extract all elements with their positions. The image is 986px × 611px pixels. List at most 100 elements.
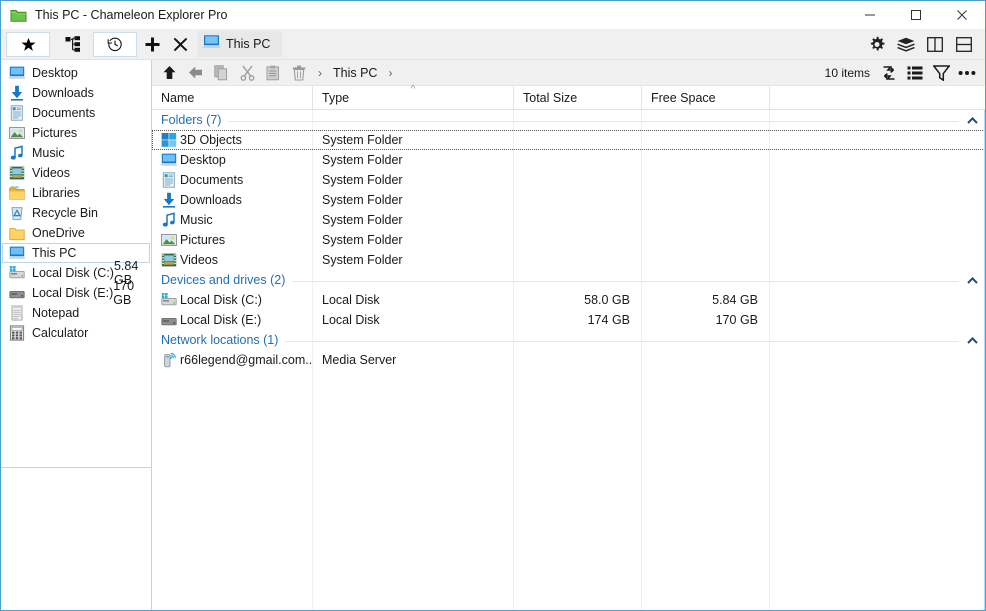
row-name-label: 3D Objects bbox=[180, 133, 242, 147]
desktop-icon bbox=[161, 152, 177, 168]
back-button[interactable] bbox=[182, 61, 208, 85]
sidebar-item-videos[interactable]: Videos bbox=[2, 163, 150, 183]
file-list[interactable]: Folders (7) 3D Objects System Folder Deskto… bbox=[152, 110, 985, 610]
close-tab-button[interactable] bbox=[167, 30, 193, 58]
row-name-label: Local Disk (E:) bbox=[180, 313, 262, 327]
settings-icon[interactable] bbox=[864, 31, 890, 57]
table-row[interactable]: r66legend@gmail.com... Media Server bbox=[152, 350, 985, 370]
table-row[interactable]: Music System Folder bbox=[152, 210, 985, 230]
column-header-name[interactable]: Name bbox=[152, 85, 313, 110]
cell-total-size bbox=[514, 190, 642, 210]
filter-icon[interactable] bbox=[929, 61, 953, 85]
column-headers: Name Type ^ Total Size Free Space bbox=[152, 84, 985, 110]
new-tab-button[interactable] bbox=[139, 30, 165, 58]
sidebar-item-label: Notepad bbox=[32, 306, 80, 320]
sidebar-item-label: Libraries bbox=[32, 186, 80, 200]
table-row[interactable]: 3D Objects System Folder bbox=[152, 130, 985, 150]
sidebar-item-downloads[interactable]: Downloads bbox=[2, 83, 150, 103]
history-button[interactable] bbox=[93, 31, 137, 57]
notepad-icon bbox=[9, 305, 25, 321]
tab-strip-toolbar: This PC bbox=[1, 29, 985, 60]
explorer-window: This PC - Chameleon Explorer Pro This PC… bbox=[0, 0, 986, 611]
minimize-button[interactable] bbox=[847, 1, 893, 29]
row-name-label: Documents bbox=[180, 173, 244, 187]
toolbar-right-icons bbox=[864, 31, 985, 57]
column-header-type[interactable]: Type ^ bbox=[313, 84, 514, 110]
list-right-border bbox=[984, 110, 985, 610]
column-header-total-size[interactable]: Total Size bbox=[514, 85, 642, 110]
up-button[interactable] bbox=[156, 61, 182, 85]
videos-icon bbox=[161, 252, 177, 268]
split-vertical-icon[interactable] bbox=[922, 31, 948, 57]
more-options-icon[interactable] bbox=[955, 61, 979, 85]
pictures-icon bbox=[161, 232, 177, 248]
row-name-label: Desktop bbox=[180, 153, 226, 167]
window-body: Desktop Downloads Documents Pictures Music Vi… bbox=[1, 60, 985, 610]
table-row[interactable]: Local Disk (C:) Local Disk 58.0 GB 5.84 GB bbox=[152, 290, 985, 310]
group-collapse-chevron[interactable] bbox=[965, 274, 979, 286]
group-collapse-chevron[interactable] bbox=[965, 114, 979, 126]
sidebar-item-label: Downloads bbox=[32, 86, 94, 100]
row-name-label: Local Disk (C:) bbox=[180, 293, 262, 307]
cell-total-size: 174 GB bbox=[587, 313, 630, 327]
sidebar-item-libraries[interactable]: Libraries bbox=[2, 183, 150, 203]
cell-name: Videos bbox=[152, 250, 313, 270]
table-row[interactable]: Local Disk (E:) Local Disk 174 GB 170 GB bbox=[152, 310, 985, 330]
window-title: This PC - Chameleon Explorer Pro bbox=[35, 8, 228, 22]
sidebar-item-desktop[interactable]: Desktop bbox=[2, 63, 150, 83]
navigation-bar: › This PC › 10 items bbox=[152, 60, 985, 86]
cell-total-size bbox=[514, 210, 642, 230]
group-rule bbox=[161, 121, 959, 122]
delete-button[interactable] bbox=[286, 61, 312, 85]
layers-icon[interactable] bbox=[893, 31, 919, 57]
sidebar-item-documents[interactable]: Documents bbox=[2, 103, 150, 123]
sidebar-item-recycle-bin[interactable]: Recycle Bin bbox=[2, 203, 150, 223]
sidebar-item-music[interactable]: Music bbox=[2, 143, 150, 163]
list-view-icon[interactable] bbox=[903, 61, 927, 85]
copy-button[interactable] bbox=[208, 61, 234, 85]
favorites-button[interactable] bbox=[6, 31, 50, 57]
sidebar-item-label: Calculator bbox=[32, 326, 89, 340]
sidebar-item-pictures[interactable]: Pictures bbox=[2, 123, 150, 143]
window-controls bbox=[847, 1, 985, 29]
cell-type: System Folder bbox=[322, 233, 403, 247]
table-row[interactable]: Desktop System Folder bbox=[152, 150, 985, 170]
cell-name: Desktop bbox=[152, 150, 313, 170]
downloads-icon bbox=[9, 85, 25, 101]
sidebar-item-label: Recycle Bin bbox=[32, 206, 98, 220]
sidebar-item-onedrive[interactable]: OneDrive bbox=[2, 223, 150, 243]
cell-free-space: 170 GB bbox=[715, 313, 758, 327]
sidebar: Desktop Downloads Documents Pictures Music Vi… bbox=[1, 60, 152, 610]
close-button[interactable] bbox=[939, 1, 985, 29]
cell-name: Pictures bbox=[152, 230, 313, 250]
row-name-label: Pictures bbox=[180, 233, 226, 247]
table-row[interactable]: Documents System Folder bbox=[152, 170, 985, 190]
group-collapse-chevron[interactable] bbox=[965, 334, 979, 346]
sidebar-item-calculator[interactable]: Calculator bbox=[2, 323, 150, 343]
tab-this-pc[interactable]: This PC bbox=[197, 31, 283, 57]
sidebar-bottom-panel[interactable] bbox=[1, 468, 151, 610]
group-header[interactable]: Network locations (1) bbox=[152, 330, 985, 350]
cell-name: 3D Objects bbox=[152, 130, 313, 150]
table-row[interactable]: Pictures System Folder bbox=[152, 230, 985, 250]
column-header-free-space[interactable]: Free Space bbox=[642, 85, 770, 110]
table-row[interactable]: Videos System Folder bbox=[152, 250, 985, 270]
sidebar-item-label: Videos bbox=[32, 166, 70, 180]
cut-button[interactable] bbox=[234, 61, 260, 85]
title-bar: This PC - Chameleon Explorer Pro bbox=[1, 1, 985, 29]
cell-free-space bbox=[642, 130, 770, 150]
sidebar-item-local-disk-e[interactable]: Local Disk (E:) 170 GB bbox=[2, 279, 150, 307]
paste-button[interactable] bbox=[260, 61, 286, 85]
group-header[interactable]: Devices and drives (2) bbox=[152, 270, 985, 290]
maximize-button[interactable] bbox=[893, 1, 939, 29]
group-header[interactable]: Folders (7) bbox=[152, 110, 985, 130]
refresh-icon[interactable] bbox=[877, 61, 901, 85]
breadcrumb-this-pc[interactable]: This PC bbox=[328, 66, 382, 80]
split-horizontal-icon[interactable] bbox=[951, 31, 977, 57]
item-count-label: 10 items bbox=[824, 65, 870, 80]
table-row[interactable]: Downloads System Folder bbox=[152, 190, 985, 210]
breadcrumb-separator-trail[interactable]: › bbox=[382, 66, 398, 80]
recycle-bin-icon bbox=[9, 205, 25, 221]
tree-view-icon[interactable] bbox=[58, 32, 88, 57]
cell-free-space bbox=[642, 250, 770, 270]
